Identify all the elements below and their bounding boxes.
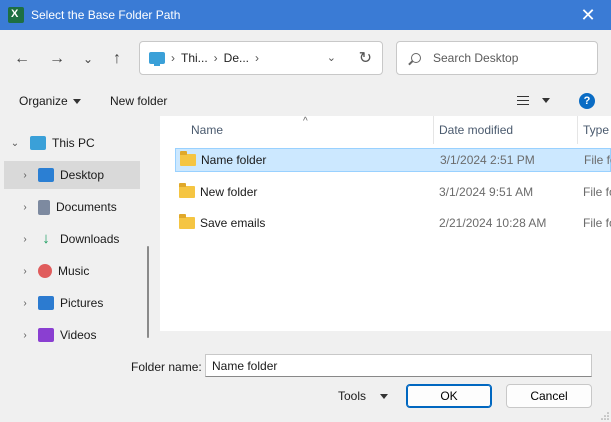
file-row[interactable]: Name folder 3/1/2024 2:51 PM File fo (175, 148, 611, 172)
nav-item-this-pc[interactable]: ⌄ This PC (4, 129, 140, 157)
chevron-right-icon: › (171, 51, 175, 65)
horizontal-scrollbar[interactable] (160, 331, 611, 347)
close-button[interactable]: ✕ (565, 0, 611, 30)
column-header-name[interactable]: Name (191, 116, 223, 144)
sort-ascending-icon: ^ (303, 116, 308, 127)
address-row: ← → ⌄ ↑ › Thi... › De... › ⌄ ↻ (0, 30, 611, 86)
this-pc-icon (30, 136, 46, 150)
navigation-scrollbar[interactable] (147, 246, 149, 338)
search-input[interactable] (433, 51, 583, 65)
folder-icon (179, 214, 195, 229)
breadcrumb-this-pc[interactable]: Thi... (181, 51, 208, 65)
file-date: 3/1/2024 9:51 AM (439, 185, 534, 199)
nav-item-label: Music (58, 264, 90, 278)
file-type: File fo (583, 185, 611, 199)
folder-name-input[interactable] (205, 354, 592, 377)
nav-item-pictures[interactable]: › Pictures (4, 289, 140, 317)
breadcrumb-desktop[interactable]: De... (224, 51, 249, 65)
videos-icon (38, 328, 54, 342)
file-type: File fo (584, 153, 611, 167)
pictures-icon (38, 296, 54, 310)
view-options-icon[interactable] (517, 96, 529, 105)
nav-item-music[interactable]: › Music (4, 257, 140, 285)
folder-icon (179, 183, 195, 198)
search-box[interactable] (396, 41, 598, 75)
tools-dropdown[interactable]: Tools (338, 389, 389, 403)
organize-label: Organize (19, 94, 68, 108)
file-list: ^ Name Date modified Type Name folder 3/… (160, 116, 611, 347)
folder-icon (180, 151, 196, 166)
file-row[interactable]: Save emails 2/21/2024 10:28 AM File fo (175, 211, 611, 235)
nav-item-videos[interactable]: › Videos (4, 321, 140, 347)
window-title: Select the Base Folder Path (31, 8, 181, 22)
up-arrow-icon[interactable]: ↑ (105, 48, 129, 70)
refresh-icon[interactable]: ↻ (359, 48, 372, 68)
view-dropdown-icon[interactable] (542, 98, 550, 103)
chevron-right-icon[interactable]: › (20, 234, 30, 245)
nav-item-label: Downloads (60, 232, 120, 246)
file-type: File fo (583, 216, 611, 230)
chevron-right-icon[interactable]: › (255, 51, 259, 65)
chevron-down-icon[interactable]: ⌄ (10, 138, 20, 149)
nav-item-label: Videos (60, 328, 97, 342)
chevron-right-icon[interactable]: › (214, 51, 218, 65)
ok-button[interactable]: OK (406, 384, 492, 408)
caret-down-icon (72, 99, 81, 105)
column-divider[interactable] (577, 116, 578, 144)
chevron-right-icon[interactable]: › (20, 298, 30, 309)
nav-item-label: Pictures (60, 296, 104, 310)
tools-label: Tools (338, 389, 367, 403)
documents-icon (38, 199, 50, 215)
file-row[interactable]: New folder 3/1/2024 9:51 AM File fo (175, 180, 611, 204)
chevron-right-icon[interactable]: › (20, 330, 30, 341)
nav-item-downloads[interactable]: › ↓ Downloads (4, 225, 140, 253)
this-pc-icon (149, 52, 165, 66)
chevron-right-icon[interactable]: › (20, 170, 30, 181)
resize-grip-icon[interactable] (601, 412, 609, 420)
downloads-icon: ↓ (42, 230, 50, 247)
organize-button[interactable]: Organize (19, 94, 81, 108)
address-bar[interactable]: › Thi... › De... › ⌄ ↻ (139, 41, 383, 75)
nav-item-desktop[interactable]: › Desktop (4, 161, 140, 189)
file-name: Save emails (200, 216, 266, 230)
nav-item-label: Documents (56, 200, 117, 214)
dialog-footer: Folder name: Tools OK Cancel (0, 347, 611, 422)
column-header-date-modified[interactable]: Date modified (439, 116, 513, 144)
nav-item-label: Desktop (60, 168, 105, 182)
recent-locations-chevron-icon[interactable]: ⌄ (76, 48, 100, 70)
nav-item-documents[interactable]: › Documents (4, 193, 140, 221)
back-arrow-icon[interactable]: ← (10, 48, 34, 70)
chevron-right-icon[interactable]: › (20, 266, 30, 277)
title-bar: Select the Base Folder Path ✕ (0, 0, 611, 30)
column-divider[interactable] (433, 116, 434, 144)
forward-arrow-icon[interactable]: → (45, 48, 69, 70)
nav-item-label: This PC (52, 136, 95, 150)
folder-name-label: Folder name: (131, 360, 202, 374)
navigation-pane: ⌄ This PC › Desktop › Documents › ↓ Down… (0, 116, 157, 347)
search-icon (411, 53, 421, 63)
column-header-type[interactable]: Type (583, 116, 609, 144)
file-date: 3/1/2024 2:51 PM (440, 153, 535, 167)
file-name: New folder (200, 185, 258, 199)
file-date: 2/21/2024 10:28 AM (439, 216, 547, 230)
cancel-button[interactable]: Cancel (506, 384, 592, 408)
music-icon (38, 264, 52, 278)
caret-down-icon (380, 393, 389, 399)
file-name: Name folder (201, 153, 267, 167)
address-dropdown-icon[interactable]: ⌄ (327, 51, 336, 64)
desktop-icon (38, 168, 54, 182)
help-icon[interactable]: ? (579, 93, 595, 109)
excel-app-icon (8, 7, 24, 23)
new-folder-button[interactable]: New folder (110, 94, 167, 108)
chevron-right-icon[interactable]: › (20, 202, 30, 213)
command-toolbar: Organize New folder ? (0, 86, 611, 116)
